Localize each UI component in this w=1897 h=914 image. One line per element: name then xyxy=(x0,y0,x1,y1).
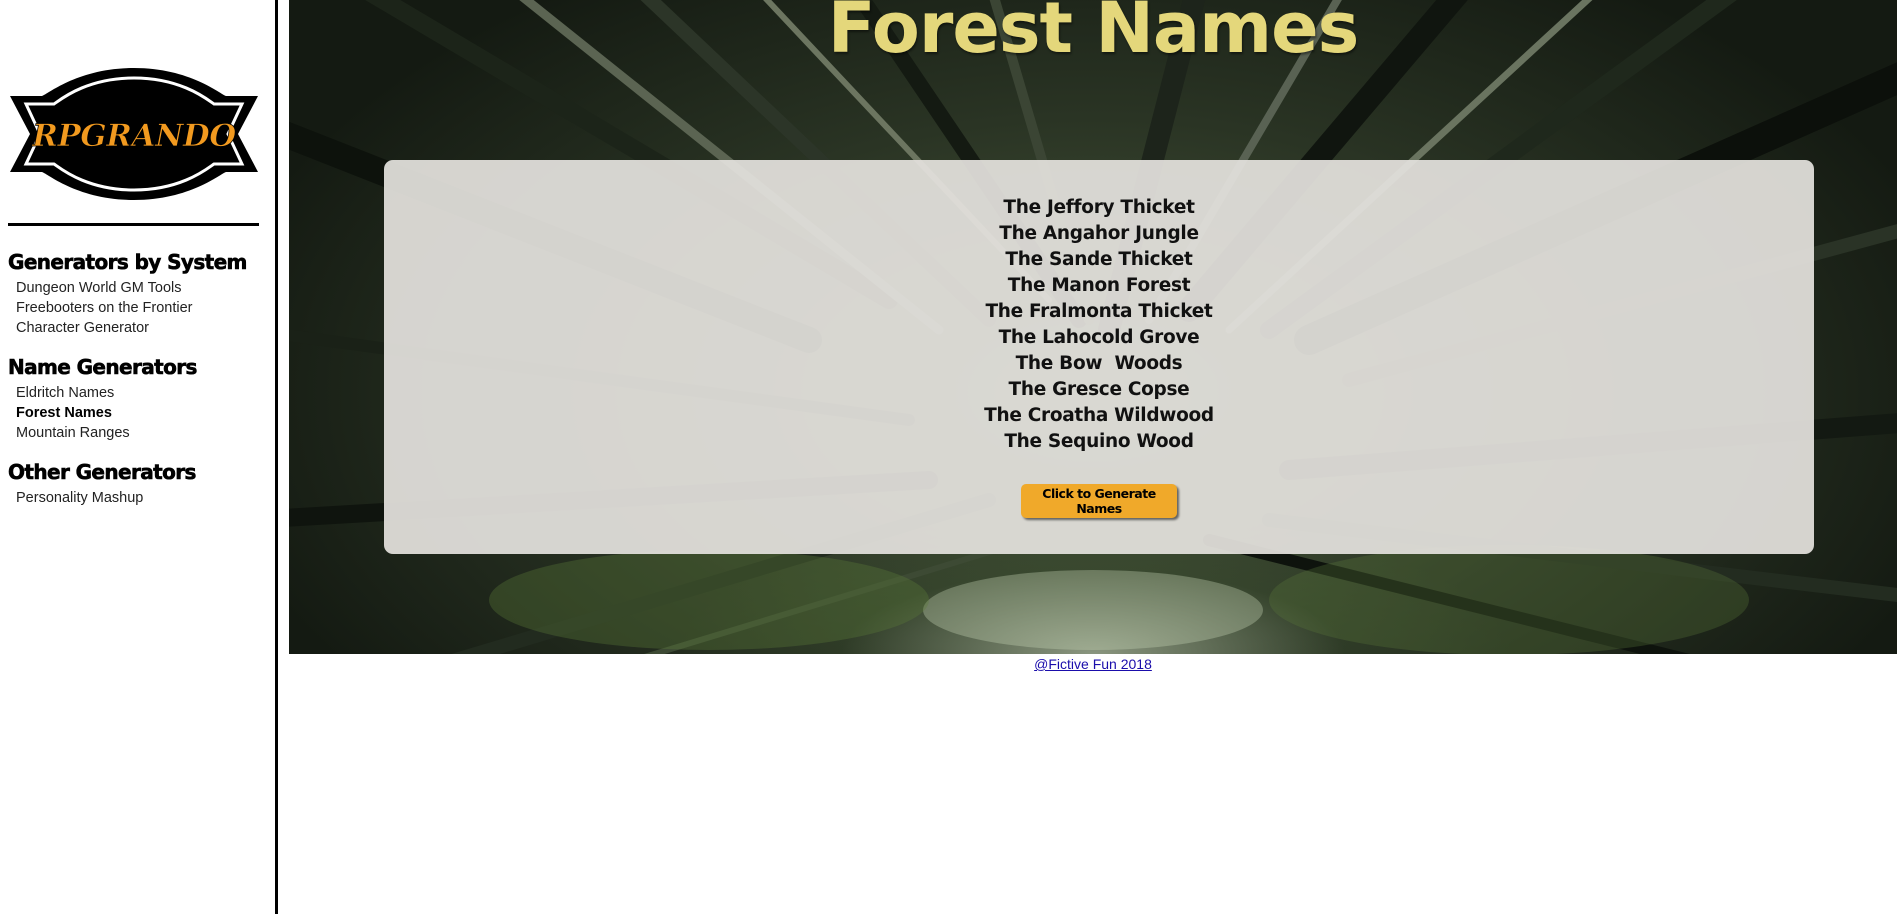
footer: @Fictive Fun 2018 xyxy=(289,656,1897,672)
name-item: The Lahocold Grove xyxy=(998,327,1200,348)
name-item: The Angahor Jungle xyxy=(999,223,1199,244)
nav-section-other: Other Generators Personality Mashup xyxy=(8,460,270,508)
logo-text: RPGRANDO xyxy=(31,118,236,154)
nav-item-forest-names[interactable]: Forest Names xyxy=(16,403,270,423)
name-item: The Sande Thicket xyxy=(1005,249,1193,270)
nav-item-character-generator[interactable]: Character Generator xyxy=(16,318,270,338)
nav-item-personality-mashup[interactable]: Personality Mashup xyxy=(16,488,270,508)
name-item: The Jeffory Thicket xyxy=(1003,197,1195,218)
nav-heading-other: Other Generators xyxy=(8,460,197,485)
name-item: The Manon Forest xyxy=(1007,275,1191,296)
nav-item-eldritch-names[interactable]: Eldritch Names xyxy=(16,383,270,403)
rpgrando-logo[interactable]: RPGRANDO xyxy=(8,64,260,204)
name-item: The Bow Woods xyxy=(1015,353,1183,374)
nav-section-names: Name Generators Eldritch Names Forest Na… xyxy=(8,355,270,443)
forest-hero-background: Forest Names The Jeffory Thicket The Ang… xyxy=(289,0,1897,654)
generate-names-button[interactable]: Click to Generate Names xyxy=(1021,484,1177,518)
page-title: Forest Names xyxy=(827,0,1359,69)
generated-names-list: The Jeffory Thicket The Angahor Jungle T… xyxy=(384,195,1814,455)
nav-heading-systems: Generators by System xyxy=(8,250,248,275)
sidebar: RPGRANDO Generators by System Dungeon Wo… xyxy=(0,0,278,914)
nav-item-freebooters[interactable]: Freebooters on the Frontier xyxy=(16,298,270,318)
name-item: The Gresce Copse xyxy=(1008,379,1190,400)
nav-item-dungeon-world[interactable]: Dungeon World GM Tools xyxy=(16,278,270,298)
nav-heading-names: Name Generators xyxy=(8,355,198,380)
name-item: The Croatha Wildwood xyxy=(984,405,1214,426)
name-item: The Sequino Wood xyxy=(1004,431,1194,452)
nav-item-mountain-ranges[interactable]: Mountain Ranges xyxy=(16,423,270,443)
sidebar-divider xyxy=(8,223,259,226)
name-item: The Fralmonta Thicket xyxy=(985,301,1213,322)
names-panel: The Jeffory Thicket The Angahor Jungle T… xyxy=(384,160,1814,554)
footer-copyright-link[interactable]: @Fictive Fun 2018 xyxy=(1034,656,1152,672)
nav-section-systems: Generators by System Dungeon World GM To… xyxy=(8,250,270,338)
